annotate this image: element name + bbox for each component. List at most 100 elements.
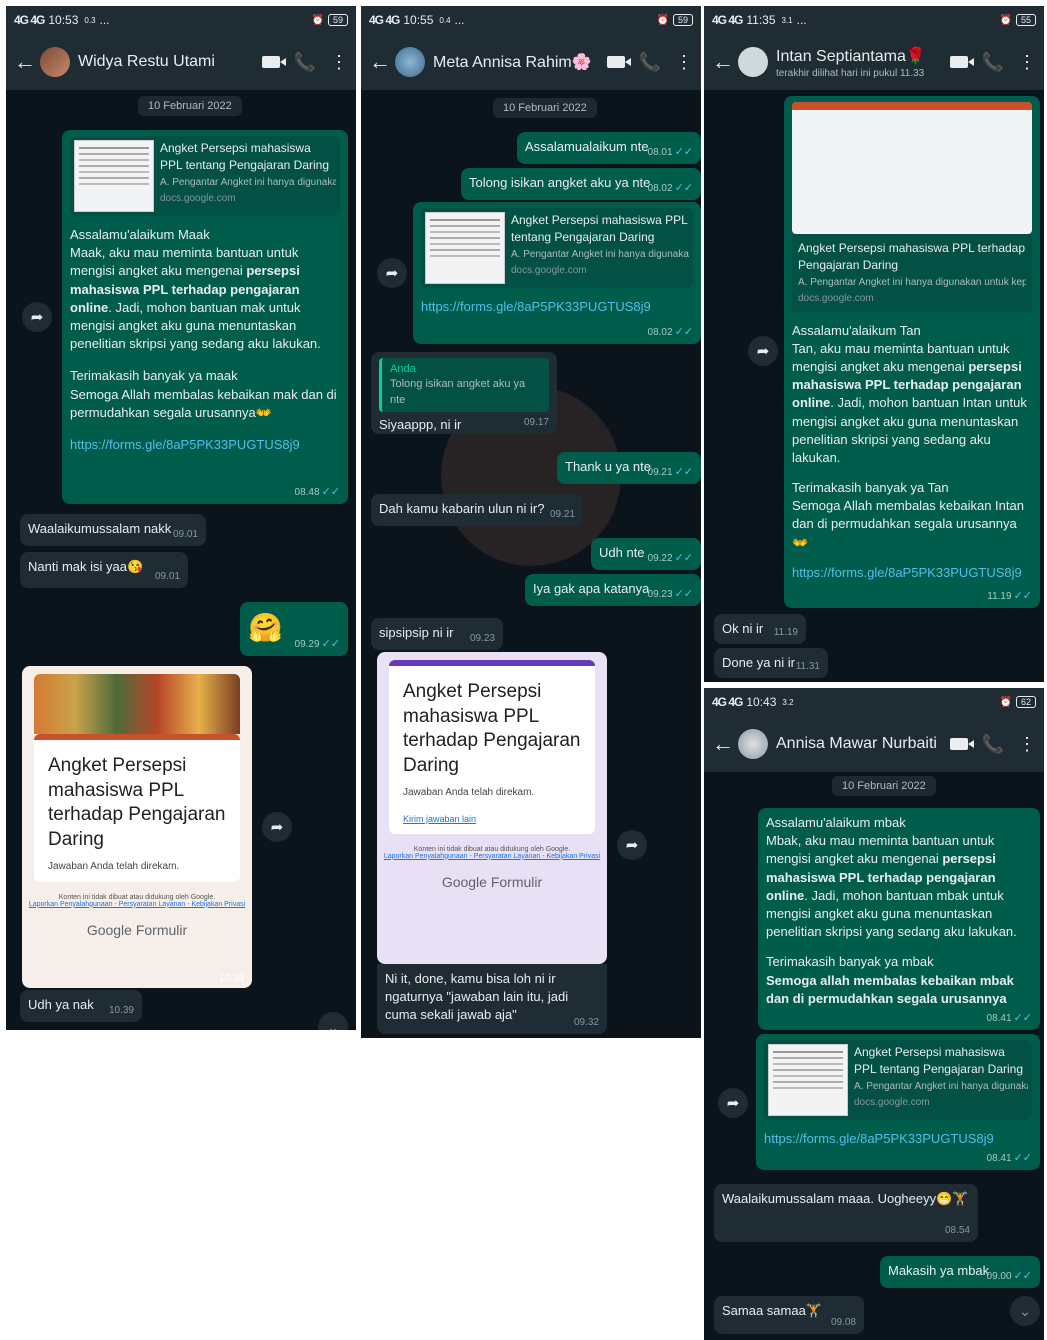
avatar[interactable] <box>738 729 768 759</box>
form-screenshot-image[interactable]: Angket Persepsi mahasiswa PPL terhadap P… <box>22 666 252 988</box>
chat-panel-widya: 4G 4G 10:53 0.3 ... ⏰ 59 ← Widya Restu U… <box>6 6 356 1030</box>
message-greeting: Assalamu'alaikum Maak <box>70 227 210 242</box>
message-incoming[interactable]: Udh ya nak 10.39 <box>20 990 142 1022</box>
contact-name[interactable]: Intan Septiantama🌹 <box>776 46 936 66</box>
chat-panel-intan: 4G 4G 11:35 3.1 ... ⏰ 55 ← Intan Septian… <box>704 6 1044 682</box>
phone-icon[interactable]: 📞 <box>639 52 661 73</box>
message-incoming[interactable]: Done ya ni ir 11.31 <box>714 648 828 678</box>
message-outgoing[interactable]: Tolong isikan angket aku ya nte 08.02 ✓✓ <box>461 168 701 200</box>
more-vert-icon[interactable]: ⋮ <box>675 52 693 73</box>
message-outgoing[interactable]: Angket Persepsi mahasiswa PPL terhadap P… <box>784 96 1040 608</box>
message-outgoing[interactable]: Makasih ya mbak 09.00 ✓✓ <box>880 1256 1040 1288</box>
google-forms-logo: Google Formulir <box>86 921 188 938</box>
form-card: Angket Persepsi mahasiswa PPL terhadap P… <box>34 734 240 882</box>
message-incoming[interactable]: Dah kamu kabarin ulun ni ir? 09.21 <box>371 494 583 526</box>
message-outgoing[interactable]: Iya gak apa katanya 09.23 ✓✓ <box>525 574 701 606</box>
message-incoming[interactable]: Waalaikumussalam nakk 09.01 <box>20 514 206 546</box>
more-vert-icon[interactable]: ⋮ <box>1018 734 1036 755</box>
back-arrow-icon[interactable]: ← <box>14 49 36 75</box>
avatar[interactable] <box>40 47 70 77</box>
message-incoming[interactable]: Ok ni ir 11.19 <box>714 614 806 644</box>
message-outgoing[interactable]: Udh nte 09.22 ✓✓ <box>591 538 701 570</box>
forward-icon[interactable]: ➦ <box>377 258 407 288</box>
avatar[interactable] <box>738 47 768 77</box>
date-chip: 10 Februari 2022 <box>493 98 597 118</box>
preview-thumbnail <box>74 140 154 212</box>
signal-indicator: 4G 4G <box>14 13 45 27</box>
date-chip: 10 Februari 2022 <box>138 96 242 116</box>
contact-name[interactable]: Widya Restu Utami <box>78 53 248 71</box>
message-body: Mbak, aku mau meminta bantuan untuk meng… <box>766 833 1017 940</box>
message-outgoing[interactable]: 🤗 09.29 ✓✓ <box>240 602 348 656</box>
last-seen: terakhir dilihat hari ini pukul 11.33 <box>776 67 925 79</box>
status-bar: 4G 4G 11:35 3.1 ... ⏰ 55 <box>704 6 1044 34</box>
status-dots: ... <box>99 13 110 27</box>
video-call-icon[interactable] <box>949 52 974 73</box>
forward-icon[interactable]: ➦ <box>718 1088 748 1118</box>
form-response: Jawaban Anda telah direkam. <box>403 786 535 798</box>
read-ticks-icon: ✓✓ <box>321 485 340 498</box>
message-outgoing[interactable]: Angket Persepsi mahasiswa PPL tentang Pe… <box>756 1034 1040 1170</box>
form-title: Angket Persepsi mahasiswa PPL terhadap P… <box>48 755 226 851</box>
message-incoming-reply[interactable]: Anda Tolong isikan angket aku ya nte Siy… <box>371 352 557 434</box>
contact-name[interactable]: Annisa Mawar Nurbaiti <box>776 735 936 753</box>
link-preview[interactable]: Angket Persepsi mahasiswa PPL tentang Pe… <box>70 136 340 216</box>
preview-image <box>792 102 1032 234</box>
phone-icon[interactable]: 📞 <box>982 52 1004 73</box>
video-call-icon[interactable] <box>606 52 631 73</box>
quoted-message[interactable]: Anda Tolong isikan angket aku ya nte <box>379 358 549 413</box>
back-arrow-icon[interactable]: ← <box>369 49 391 75</box>
form-footer-links[interactable]: Laporkan Penyalahgunaan - Persyaratan La… <box>22 901 252 908</box>
preview-description: A. Pengantar Angket ini hanya digunakan … <box>160 176 336 188</box>
form-link[interactable]: https://forms.gle/8aP5PK33PUGTUS8j9 <box>421 298 693 316</box>
link-preview[interactable]: Angket Persepsi mahasiswa PPL tentang Pe… <box>764 1040 1032 1120</box>
form-title: Angket Persepsi mahasiswa PPL terhadap P… <box>403 681 581 777</box>
link-preview[interactable]: Angket Persepsi mahasiswa PPL terhadap P… <box>792 234 1032 312</box>
avatar[interactable] <box>395 47 425 77</box>
phone-icon[interactable]: 📞 <box>982 734 1004 755</box>
message-incoming[interactable]: Nanti mak isi yaa😘 09.01 <box>20 552 188 588</box>
more-vert-icon[interactable]: ⋮ <box>1018 52 1036 73</box>
message-outgoing[interactable]: Angket Persepsi mahasiswa PPL tentang Pe… <box>413 202 701 344</box>
form-footer-links[interactable]: Laporkan Penyalahgunaan - Persyaratan La… <box>377 853 607 860</box>
message-incoming[interactable]: Samaa samaa🏋 09.08 <box>714 1296 864 1334</box>
message-prayer: Semoga Allah membalas kebaikan mak dan d… <box>70 386 337 420</box>
message-outgoing[interactable]: Assalamu'alaikum mbak Mbak, aku mau memi… <box>758 808 1040 1030</box>
video-call-icon[interactable] <box>261 52 286 73</box>
message-time: 08.48 ✓✓ <box>294 485 340 498</box>
preview-title: Angket Persepsi mahasiswa PPL tentang Pe… <box>160 141 330 172</box>
form-link[interactable]: https://forms.gle/8aP5PK33PUGTUS8j9 <box>764 1130 1032 1148</box>
message-incoming[interactable]: sipsipsip ni ir 09.23 <box>371 618 503 650</box>
chat-header: ← Widya Restu Utami 📞 ⋮ <box>6 34 356 90</box>
forward-icon[interactable]: ➦ <box>748 336 778 366</box>
status-bar: 4G 4G 10:53 0.3 ... ⏰ 59 <box>6 6 356 34</box>
chat-panel-annisa: 4G 4G 10:43 3.2 ⏰ 62 ← Annisa Mawar Nurb… <box>704 688 1044 1340</box>
alarm-icon: ⏰ <box>311 14 324 26</box>
video-call-icon[interactable] <box>949 734 974 755</box>
forward-icon[interactable]: ➦ <box>22 302 52 332</box>
forward-icon[interactable]: ➦ <box>262 812 292 842</box>
chat-header: ← Intan Septiantama🌹 terakhir dilihat ha… <box>704 34 1044 90</box>
scroll-down-icon[interactable]: ⌄ <box>318 1012 348 1030</box>
back-arrow-icon[interactable]: ← <box>712 49 734 75</box>
link-preview[interactable]: Angket Persepsi mahasiswa PPL tentang Pe… <box>421 208 693 288</box>
message-outgoing[interactable]: Assalamualaikum nte 08.01 ✓✓ <box>517 132 701 164</box>
form-link[interactable]: https://forms.gle/8aP5PK33PUGTUS8j9 <box>70 436 340 454</box>
alarm-icon: ⏰ <box>999 14 1012 26</box>
back-arrow-icon[interactable]: ← <box>712 731 734 757</box>
message-outgoing[interactable]: Angket Persepsi mahasiswa PPL tentang Pe… <box>62 130 348 504</box>
contact-name[interactable]: Meta Annisa Rahim🌸 <box>433 52 593 72</box>
message-incoming[interactable]: Waalaikumussalam maaa. Uogheeyy😁🏋 08.54 <box>714 1184 978 1242</box>
message-incoming[interactable]: Ni it, done, kamu bisa loh ni ir ngaturn… <box>377 964 607 1034</box>
form-banner-image <box>34 674 240 734</box>
status-bar: 4G 4G 10:43 3.2 ⏰ 62 <box>704 688 1044 716</box>
message-thanks: Terimakasih banyak ya maak <box>70 368 238 384</box>
form-link[interactable]: https://forms.gle/8aP5PK33PUGTUS8j9 <box>792 564 1032 582</box>
forward-icon[interactable]: ➦ <box>617 830 647 860</box>
form-screenshot-image[interactable]: Angket Persepsi mahasiswa PPL terhadap P… <box>377 652 607 964</box>
more-vert-icon[interactable]: ⋮ <box>330 52 348 73</box>
submit-another-link[interactable]: Kirim jawaban lain <box>403 814 581 824</box>
message-outgoing[interactable]: Thank u ya nte 09.21 ✓✓ <box>557 452 701 484</box>
phone-icon[interactable]: 📞 <box>294 52 316 73</box>
scroll-down-icon[interactable]: ⌄ <box>1010 1296 1040 1326</box>
